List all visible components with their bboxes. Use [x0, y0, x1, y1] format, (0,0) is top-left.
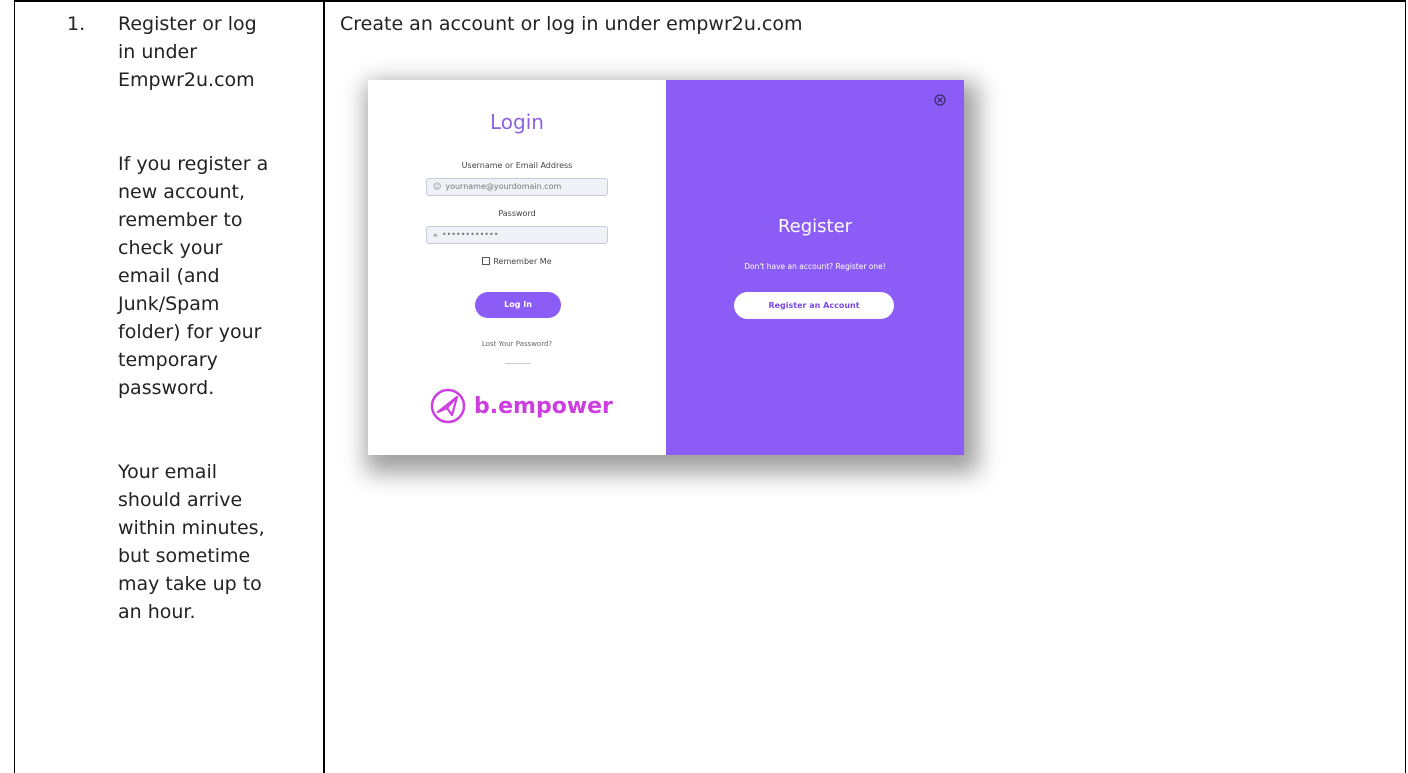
- login-panel: Login Username or Email Address ☺ yournam…: [368, 80, 666, 455]
- register-subtitle: Don't have an account? Register one!: [744, 262, 886, 271]
- step-number: 1.: [67, 13, 86, 35]
- note-line: but sometime: [118, 545, 251, 567]
- remember-checkbox[interactable]: [482, 257, 491, 265]
- note-line: within minutes,: [118, 517, 265, 539]
- paper-plane-logo-icon: [430, 388, 466, 424]
- note-line: Your email: [118, 461, 217, 483]
- table-top-rule: [15, 0, 1405, 2]
- note-line: new account,: [118, 181, 246, 203]
- separator-line: [505, 363, 531, 364]
- brand-wordmark: b.empower: [474, 394, 613, 419]
- login-register-screenshot: Login Username or Email Address ☺ yournam…: [368, 80, 964, 455]
- login-button[interactable]: Log In: [475, 292, 561, 318]
- register-title: Register: [777, 216, 853, 237]
- note-line: should arrive: [118, 489, 243, 511]
- note-line: Junk/Spam: [118, 293, 220, 315]
- note-line: remember to: [118, 209, 243, 231]
- note-line: password.: [118, 377, 215, 399]
- close-icon[interactable]: [934, 94, 946, 106]
- password-label: Password: [498, 209, 536, 218]
- username-placeholder: yourname@yourdomain.com: [445, 182, 562, 191]
- remember-me[interactable]: Remember Me: [368, 257, 666, 266]
- password-value: ••••••••••••: [441, 230, 499, 239]
- user-icon: ☺: [433, 182, 442, 191]
- password-field[interactable]: ⚹ ••••••••••••: [426, 226, 608, 244]
- register-account-button[interactable]: Register an Account: [734, 292, 894, 319]
- note-line: temporary: [118, 349, 218, 371]
- note-line: If you register a: [118, 153, 269, 175]
- description-cell: Create an account or log in under empwr2…: [340, 10, 803, 38]
- lock-icon: ⚹: [433, 230, 438, 239]
- column-divider: [323, 0, 325, 773]
- username-label: Username or Email Address: [461, 161, 573, 170]
- description-heading: Create an account or log in under empwr2…: [340, 13, 803, 35]
- step-heading-line: in under: [118, 41, 198, 63]
- login-title: Login: [490, 110, 544, 134]
- note-line: email (and: [118, 265, 220, 287]
- remember-label: Remember Me: [493, 257, 552, 266]
- username-field[interactable]: ☺ yourname@yourdomain.com: [426, 178, 608, 196]
- step-heading-line: Empwr2u.com: [118, 69, 255, 91]
- email-timing-note: Your email should arrive within minutes,…: [118, 458, 308, 626]
- note-line: may take up to: [118, 573, 262, 595]
- note-line: an hour.: [118, 601, 196, 623]
- note-line: folder) for your: [118, 321, 262, 343]
- note-line: check your: [118, 237, 223, 259]
- lost-password-link[interactable]: Lost Your Password?: [368, 340, 666, 348]
- step-heading: Register or log in under Empwr2u.com: [118, 10, 308, 94]
- step-heading-line: Register or log: [118, 13, 257, 35]
- register-panel: Register Don't have an account? Register…: [666, 80, 964, 455]
- register-note: If you register a new account, remember …: [118, 150, 308, 402]
